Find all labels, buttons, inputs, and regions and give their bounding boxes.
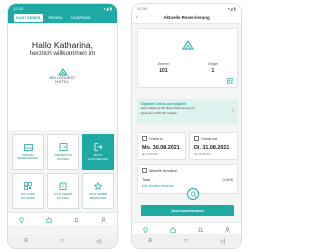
floor-block: Etage 1 bbox=[208, 62, 217, 74]
room-block: Zimmer 101 bbox=[157, 62, 169, 74]
total-label: Total bbox=[142, 178, 151, 182]
status-bar: 12:00 ▾◢ ▮ bbox=[8, 4, 117, 12]
tile-label: GASTGEBER NUTZEN bbox=[53, 192, 73, 200]
tab-profil[interactable]: PROFIL bbox=[47, 14, 65, 22]
nav-location-icon[interactable] bbox=[19, 210, 24, 228]
qr-code-icon[interactable] bbox=[227, 78, 233, 84]
reservation-card: Zimmer 101 Etage 1 bbox=[137, 28, 238, 88]
building-icon bbox=[59, 182, 67, 191]
chevron-right-icon: › bbox=[232, 108, 234, 114]
welcome-section: Hallo Katharina, herzlich willkommen im … bbox=[8, 23, 117, 130]
checkout-now-button[interactable]: Jetzt auschecken bbox=[141, 205, 234, 216]
checkout-info-banner[interactable]: Digitaler Check-out möglich Dein Check-o… bbox=[137, 99, 238, 124]
tile-gastgeber-bewerten[interactable]: GASTGEBER BEWERTEN bbox=[82, 173, 114, 209]
checkout-checkbox[interactable] bbox=[194, 136, 199, 141]
back-icon[interactable]: ◁ bbox=[220, 238, 225, 245]
hotel-logo-icon bbox=[57, 68, 68, 76]
menu-icon[interactable]: ≡ bbox=[24, 238, 28, 244]
system-nav: ≡ ○ ◁ bbox=[8, 234, 117, 248]
qr-code-icon bbox=[24, 182, 32, 191]
menu-icon[interactable]: ≡ bbox=[148, 238, 152, 244]
home-button-icon[interactable]: ○ bbox=[60, 238, 64, 244]
back-icon[interactable]: ◁ bbox=[96, 238, 101, 245]
revenue-checkbox[interactable] bbox=[142, 168, 147, 173]
floor-number: 1 bbox=[211, 68, 215, 74]
info-line-2: heute bis 12:00 Uhr möglich. bbox=[141, 110, 178, 115]
revenue-label: Aktuelle Umsätze bbox=[149, 168, 177, 173]
header: ‹ Aktuelle Reservierung bbox=[132, 12, 241, 24]
tile-label: QR-CODE SCANNEN bbox=[20, 192, 36, 200]
checkout-date: Di. 31.08.2021 bbox=[194, 145, 230, 151]
checkin-time: ab 14:00 Uhr bbox=[142, 152, 159, 156]
bottom-nav bbox=[8, 212, 117, 225]
logout-icon bbox=[94, 143, 103, 152]
checkin-checkout: Check in Mo. 30.08.2021 ab 14:00 Uhr Che… bbox=[137, 132, 238, 160]
tile-zimmertuer-oeffnen[interactable]: ZIMMERTÜR ÖFFNEN bbox=[47, 134, 79, 170]
hotel-logo-icon bbox=[181, 40, 194, 50]
checkin-date: Mo. 30.08.2021 bbox=[142, 145, 180, 151]
nav-person-icon[interactable] bbox=[101, 210, 106, 228]
tile-jetzt-auschecken[interactable]: JETZT AUSCHECKEN bbox=[82, 134, 114, 170]
top-tabs: GASTGEBER PROFIL COUPONS bbox=[8, 12, 117, 23]
room-label: Zimmer bbox=[157, 62, 170, 66]
room-number: 101 bbox=[159, 68, 168, 74]
system-nav: ≡ ○ ◁ bbox=[132, 234, 241, 248]
checkout-box: Check out Di. 31.08.2021 bis 12:00 Uhr bbox=[189, 132, 238, 160]
checkout-time: bis 12:00 Uhr bbox=[194, 152, 211, 156]
zoom-icon[interactable] bbox=[187, 188, 199, 200]
page-title: Aktuelle Reservierung bbox=[163, 15, 210, 20]
checkin-label: Check in bbox=[149, 136, 163, 141]
status-icons: ▾◢ ▮ bbox=[227, 5, 236, 11]
tile-zimmer-reservieren[interactable]: ZIMMER RESERVIEREN bbox=[12, 134, 44, 170]
status-time: 12:00 bbox=[13, 5, 24, 11]
room-details: Zimmer 101 Etage 1 bbox=[138, 62, 237, 74]
checkin-box: Check in Mo. 30.08.2021 ab 14:00 Uhr bbox=[137, 132, 186, 160]
all-revenue-link[interactable]: Alle Umsätze ansehen bbox=[142, 184, 233, 188]
checkin-checkbox[interactable] bbox=[142, 136, 147, 141]
back-arrow-icon[interactable]: ‹ bbox=[136, 14, 138, 21]
door-key-icon bbox=[59, 143, 67, 152]
hotel-logo bbox=[138, 37, 237, 55]
tab-coupons[interactable]: COUPONS bbox=[69, 14, 93, 22]
status-bar: 12:00 ▾◢ ▮ bbox=[132, 4, 241, 12]
status-icons: ▾◢ ▮ bbox=[103, 5, 112, 11]
tile-gastgeber-nutzen[interactable]: GASTGEBER NUTZEN bbox=[47, 173, 79, 209]
greeting-title: Hallo Katharina, bbox=[31, 40, 94, 50]
status-time: 12:00 bbox=[137, 5, 148, 11]
tile-label: JETZT AUSCHECKEN bbox=[87, 153, 109, 161]
greeting-subtitle: herzlich willkommen im bbox=[29, 50, 96, 57]
action-grid: ZIMMER RESERVIEREN ZIMMERTÜR ÖFFNEN JETZ… bbox=[12, 134, 114, 209]
bed-icon bbox=[23, 143, 33, 151]
total-value: 0,00 € bbox=[222, 178, 233, 182]
tab-gastgeber[interactable]: GASTGEBER bbox=[14, 13, 43, 22]
tile-qr-code-scannen[interactable]: QR-CODE SCANNEN bbox=[12, 173, 44, 209]
home-button-icon[interactable]: ○ bbox=[184, 238, 188, 244]
reservation-screen: 12:00 ▾◢ ▮ ‹ Aktuelle Reservierung Zimme… bbox=[131, 3, 242, 249]
star-icon bbox=[94, 182, 102, 191]
tile-label: GASTGEBER BEWERTEN bbox=[88, 192, 108, 200]
checkout-label: Check out bbox=[201, 136, 218, 141]
tile-label: ZIMMER RESERVIEREN bbox=[17, 152, 39, 160]
total-row: Total 0,00 € bbox=[142, 178, 233, 182]
home-screen: 12:00 ▾◢ ▮ GASTGEBER PROFIL COUPONS Hall… bbox=[7, 3, 118, 249]
nav-home-icon[interactable] bbox=[46, 210, 52, 228]
floor-label: Etage bbox=[208, 62, 218, 66]
logo-sub: HOTEL bbox=[55, 80, 70, 84]
tile-label: ZIMMERTÜR ÖFFNEN bbox=[54, 153, 72, 161]
nav-bell-icon[interactable] bbox=[74, 210, 79, 228]
hotel-logo: HELLOGUEST HOTEL bbox=[45, 68, 81, 84]
